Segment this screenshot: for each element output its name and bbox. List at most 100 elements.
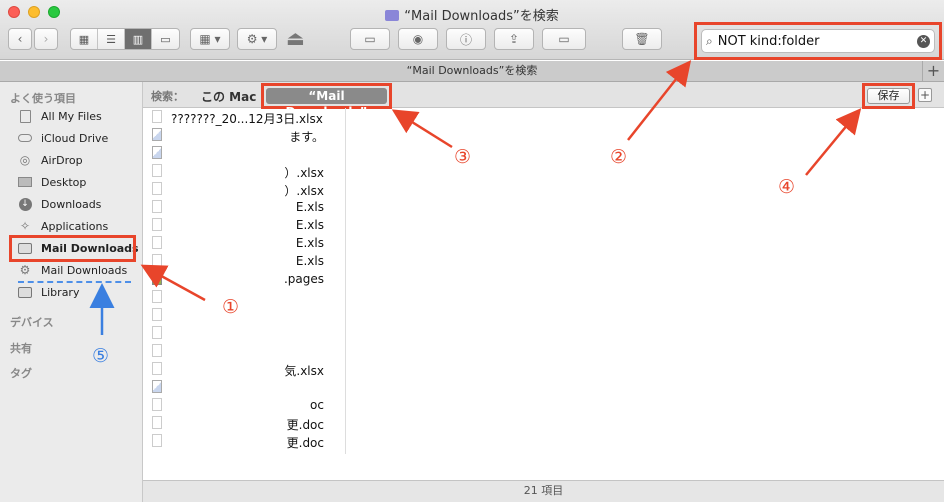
file-row[interactable]: ます。: [143, 126, 345, 144]
file-icon: [152, 236, 162, 249]
title-toolbar: “Mail Downloads”を検索 ‹ › ▦ ☰ ▥ ▭ ▦ ▾ ⚙ ▾ …: [0, 0, 944, 60]
get-info-button[interactable]: ⓘ: [446, 28, 486, 50]
sidebar-item-desktop[interactable]: Desktop: [18, 172, 86, 192]
file-icon: [152, 362, 162, 375]
downloads-icon: ↓: [18, 197, 32, 211]
file-row[interactable]: oc: [143, 396, 345, 414]
sidebar-item-airdrop[interactable]: ◎ AirDrop: [18, 150, 83, 170]
file-name: 気.xlsx: [284, 364, 324, 378]
back-button[interactable]: ‹: [8, 28, 32, 50]
file-name: 更.doc: [286, 418, 324, 432]
scope-folder-button[interactable]: “Mail Downloads”: [266, 88, 387, 119]
sidebar-item-mail-downloads-smart[interactable]: ⚙ Mail Downloads: [18, 260, 128, 280]
scope-this-mac[interactable]: この Mac: [201, 88, 256, 105]
quicklook-button[interactable]: ◉: [398, 28, 438, 50]
file-row[interactable]: E.xls: [143, 234, 345, 252]
smart-folder-icon: ⚙: [19, 263, 31, 277]
list-view-button[interactable]: ☰: [98, 29, 125, 49]
sidebar-item-downloads[interactable]: ↓ Downloads: [18, 194, 101, 214]
coverflow-view-button[interactable]: ▭: [152, 29, 179, 49]
file-row[interactable]: E.xls: [143, 198, 345, 216]
search-scope-bar: 検索： この Mac “Mail Downloads” 保存 +: [143, 82, 944, 119]
devices-header: デバイス: [10, 316, 54, 329]
annotation-1: ①: [222, 296, 240, 318]
trash-button[interactable]: 🗑: [622, 28, 662, 50]
column-view-button[interactable]: ▥: [125, 29, 152, 49]
file-icon: [152, 200, 162, 213]
file-row[interactable]: [143, 378, 345, 396]
file-icon: [152, 416, 162, 429]
view-segmented-control: ▦ ☰ ▥ ▭: [70, 28, 180, 50]
tab-search[interactable]: “Mail Downloads”を検索: [407, 64, 538, 77]
eject-drive-icon[interactable]: ⏏: [286, 26, 305, 50]
save-highlight-box: 保存: [862, 83, 915, 109]
file-name: ???????_20...12月3日.xlsx: [171, 112, 323, 126]
file-row[interactable]: [143, 306, 345, 324]
save-button[interactable]: 保存: [867, 88, 910, 104]
connect-server-button[interactable]: ▭: [350, 28, 390, 50]
arrange-button[interactable]: ▦ ▾: [190, 28, 230, 50]
file-row[interactable]: [143, 324, 345, 342]
file-icon: [152, 398, 162, 411]
file-row[interactable]: ）.xlsx: [143, 180, 345, 198]
annotation-3: ③: [454, 146, 472, 168]
file-icon: [152, 290, 162, 303]
clear-search-icon[interactable]: ✕: [917, 34, 930, 48]
sidebar-item-applications[interactable]: ✧ Applications: [18, 216, 108, 236]
favorites-header: よく使う項目: [10, 92, 76, 105]
search-highlight: ⌕ NOT kind:folder ✕: [694, 22, 942, 60]
file-row[interactable]: E.xls: [143, 252, 345, 270]
applications-icon: ✧: [19, 219, 31, 233]
file-icon: [152, 164, 162, 177]
sidebar-item-library[interactable]: Library: [18, 282, 79, 302]
icon-view-button[interactable]: ▦: [71, 29, 98, 49]
sidebar-highlight-box: [9, 235, 136, 262]
edit-tags-button[interactable]: ▭: [542, 28, 586, 50]
file-icon: [152, 308, 162, 321]
desktop-icon: [18, 175, 32, 189]
file-name: 更.doc: [286, 436, 324, 450]
file-row[interactable]: ???????_20...12月3日.xlsx: [143, 108, 345, 126]
search-input[interactable]: NOT kind:folder: [718, 34, 917, 49]
file-row[interactable]: .pages: [143, 270, 345, 288]
search-icon: ⌕: [706, 33, 713, 48]
all-files-icon: [18, 109, 32, 123]
file-icon: [152, 254, 162, 267]
sidebar-item-icloud-drive[interactable]: iCloud Drive: [18, 128, 108, 148]
file-icon: [152, 128, 162, 141]
file-row[interactable]: 更.doc: [143, 414, 345, 432]
file-name: .pages: [283, 272, 324, 286]
airdrop-icon: ◎: [19, 153, 31, 167]
annotation-2: ②: [610, 146, 628, 168]
file-row[interactable]: ）.xlsx: [143, 162, 345, 180]
share-button[interactable]: ⇪: [494, 28, 534, 50]
status-bar: 21 項目: [143, 480, 944, 502]
search-scope-label: 検索：: [151, 90, 184, 103]
file-icon: [152, 182, 162, 195]
file-row[interactable]: [143, 288, 345, 306]
file-icon: [152, 110, 162, 123]
file-name: E.xls: [295, 236, 324, 250]
add-criteria-button[interactable]: +: [918, 88, 932, 102]
scope-highlight-box: “Mail Downloads”: [261, 83, 392, 119]
file-row[interactable]: E.xls: [143, 216, 345, 234]
file-row[interactable]: 気.xlsx: [143, 360, 345, 378]
sidebar-item-all-my-files[interactable]: All My Files: [18, 106, 102, 126]
file-name: oc: [310, 398, 324, 412]
arrow-3: [391, 109, 453, 149]
smart-folder-icon: [385, 10, 400, 21]
forward-button[interactable]: ›: [34, 28, 58, 50]
tab-bar: “Mail Downloads”を検索 +: [0, 61, 944, 82]
file-name: E.xls: [295, 254, 324, 268]
dashed-underline: [18, 281, 131, 283]
file-row[interactable]: 更.doc: [143, 432, 345, 450]
shared-header: 共有: [10, 342, 32, 355]
search-field[interactable]: ⌕ NOT kind:folder ✕: [701, 29, 935, 53]
file-name: ）.xlsx: [284, 166, 324, 180]
annotation-5: ⑤: [92, 345, 110, 367]
new-tab-button[interactable]: +: [922, 61, 944, 81]
file-row[interactable]: [143, 144, 345, 162]
action-gear-button[interactable]: ⚙ ▾: [237, 28, 277, 50]
file-list: ???????_20...12月3日.xlsx ます。 ）.xlsx ）.xlsx E.…: [143, 108, 346, 454]
file-row[interactable]: [143, 342, 345, 360]
